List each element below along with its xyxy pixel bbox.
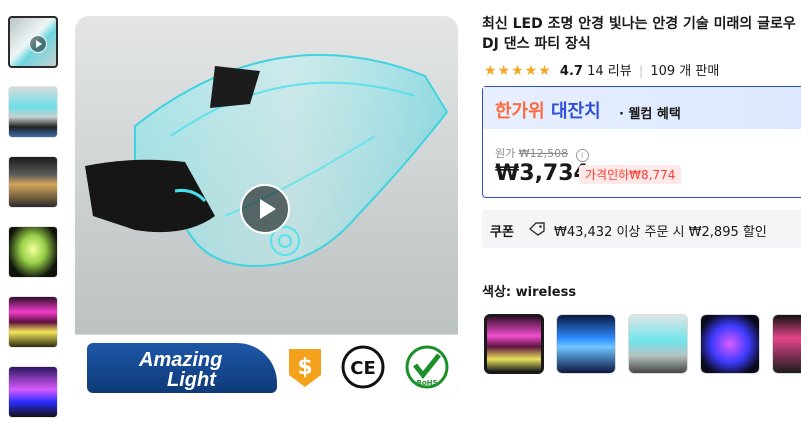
dollar-badge-icon: $	[289, 349, 321, 387]
ce-text: CE	[350, 358, 376, 379]
thumbnail-image[interactable]	[8, 366, 58, 418]
rating-score: 4.7	[559, 64, 583, 79]
color-swatch[interactable]	[556, 314, 616, 374]
rohs-text: RoHS	[416, 379, 437, 387]
sale-price: ₩3,734	[495, 161, 589, 186]
ce-mark-icon: CE	[341, 345, 385, 389]
thumbnail-list	[8, 16, 60, 436]
color-option-label: 색상: wireless	[482, 285, 577, 300]
color-swatch[interactable]	[700, 314, 760, 374]
amazing-light-logo: Amazing Light	[87, 343, 277, 393]
coupon-text: ₩43,432 이상 주문 시 ₩2,895 할인	[554, 225, 767, 240]
video-play-button[interactable]	[240, 184, 290, 234]
dollar-text: $	[297, 355, 312, 380]
promo-title: 한가위 대잔치	[495, 97, 601, 123]
play-icon	[29, 35, 47, 53]
brand-line2: Light	[167, 369, 216, 391]
rating-summary: ★★★★★ 4.7 14 리뷰 | 109 개 판매	[484, 60, 719, 79]
thumbnail-image[interactable]	[8, 226, 58, 278]
thumbnail-image[interactable]	[8, 86, 58, 138]
color-swatch[interactable]	[484, 314, 544, 374]
sold-count: 109 개 판매	[650, 64, 720, 79]
color-swatch[interactable]	[628, 314, 688, 374]
original-price-row: 원가 ₩12,508 i	[495, 145, 589, 162]
thumbnail-image[interactable]	[8, 296, 58, 348]
coupon-row[interactable]: 쿠폰 ₩43,432 이상 주문 시 ₩2,895 할인	[482, 210, 801, 248]
thumbnail-video[interactable]	[8, 16, 58, 68]
product-title-line1: 최신 LED 조명 안경 빛나는 안경 기술 미래의 글로우	[482, 16, 796, 32]
promo-box: 한가위 대잔치 · 웰컴 혜택 원가 ₩12,508 i ₩3,734 가격인하…	[482, 86, 801, 198]
color-swatch[interactable]	[772, 314, 801, 374]
tag-icon	[529, 222, 545, 236]
discount-badge: 가격인하₩8,774	[579, 165, 682, 184]
promo-title-highlight: 한가위	[495, 101, 545, 122]
review-count-link[interactable]: 14 리뷰	[587, 64, 632, 79]
main-product-media[interactable]: Amazing Light $ CE RoHS	[75, 16, 458, 400]
product-title: 최신 LED 조명 안경 빛나는 안경 기술 미래의 글로우 DJ 댄스 파티 …	[482, 14, 801, 54]
star-rating-icon: ★★★★★	[484, 63, 552, 79]
rohs-badge-icon: RoHS	[405, 345, 449, 389]
divider: |	[638, 64, 644, 79]
thumbnail-image[interactable]	[8, 156, 58, 208]
promo-subtitle: · 웰컴 혜택	[619, 107, 681, 122]
brand-banner: Amazing Light $ CE RoHS	[75, 334, 458, 400]
led-glasses-image	[85, 53, 449, 268]
coupon-label: 쿠폰	[490, 225, 514, 240]
product-title-line2: DJ 댄스 파티 장식	[482, 36, 591, 52]
original-price-label: 원가	[495, 147, 516, 160]
promo-title-rest: 대잔치	[544, 101, 601, 122]
original-price: ₩12,508	[518, 147, 569, 160]
